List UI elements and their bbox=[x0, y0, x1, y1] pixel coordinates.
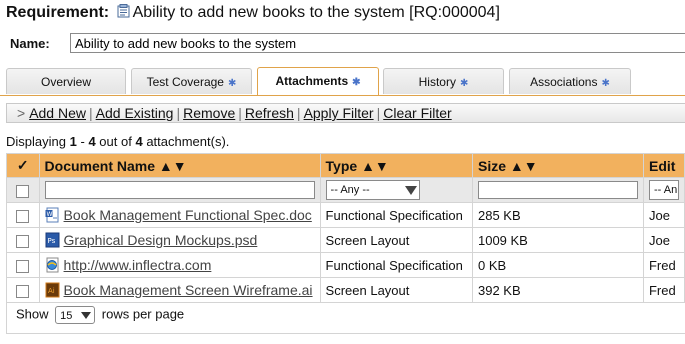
document-name-filter-input[interactable] bbox=[44, 181, 315, 199]
tab-test-coverage[interactable]: Test Coverage ✱ bbox=[131, 68, 252, 94]
editor-cell: Joe bbox=[642, 202, 685, 228]
size-cell: 285 KB bbox=[471, 202, 644, 228]
document-link[interactable]: http://www.inflectra.com bbox=[64, 257, 212, 273]
attachments-toolbar: > Add New | Add Existing | Remove | Refresh | App… bbox=[6, 103, 685, 123]
modified-star-icon: ✱ bbox=[601, 78, 610, 89]
table-row: Ai Book Management Screen Wireframe.ai Sc… bbox=[6, 277, 685, 303]
editor-filter-select[interactable]: -- An bbox=[648, 180, 679, 200]
tab-label: Overview bbox=[40, 75, 91, 89]
editor-cell: Fred bbox=[642, 277, 685, 303]
size-header[interactable]: Size ▲▼ bbox=[471, 153, 644, 178]
type-cell: Functional Specification bbox=[319, 202, 473, 228]
type-cell: Functional Specification bbox=[319, 252, 473, 278]
tab-underline bbox=[0, 95, 685, 96]
select-all-checkbox[interactable] bbox=[16, 184, 30, 198]
name-field[interactable] bbox=[70, 33, 685, 53]
tab-overview[interactable]: Overview bbox=[6, 68, 126, 94]
result-summary: Displaying 1 - 4 out of 4 attachment(s). bbox=[6, 134, 230, 149]
tab-label: Associations bbox=[530, 75, 598, 89]
table-footer-divider bbox=[6, 333, 685, 334]
tab-bar: Overview Test Coverage ✱ Attachments ✱ His… bbox=[0, 67, 685, 95]
tab-label: History bbox=[418, 75, 456, 89]
requirement-label: Requirement: bbox=[6, 4, 110, 21]
attachments-table: ✓ Document Name ▲▼ Type ▲▼ Size ▲▼ Edit … bbox=[6, 153, 685, 303]
table-row: http://www.inflectra.com Functional Spec… bbox=[6, 252, 685, 278]
svg-text:Ps: Ps bbox=[47, 237, 55, 245]
toolbar-separator: | bbox=[89, 105, 93, 121]
add-new-link[interactable]: Add New bbox=[29, 105, 86, 121]
refresh-link[interactable]: Refresh bbox=[245, 105, 294, 121]
row-checkbox[interactable] bbox=[16, 284, 30, 298]
document-name-header[interactable]: Document Name ▲▼ bbox=[38, 153, 321, 178]
tab-history[interactable]: History ✱ bbox=[383, 68, 504, 94]
illustrator-file-icon: Ai bbox=[45, 282, 60, 298]
page-size-select[interactable]: 15 bbox=[55, 306, 96, 324]
requirement-title: Ability to add new books to the system [… bbox=[132, 4, 500, 21]
type-header[interactable]: Type ▲▼ bbox=[319, 153, 473, 178]
row-checkbox[interactable] bbox=[16, 259, 30, 273]
document-link[interactable]: Book Management Screen Wireframe.ai bbox=[64, 282, 313, 298]
tab-label: Attachments bbox=[275, 74, 349, 88]
remove-link[interactable]: Remove bbox=[183, 105, 235, 121]
row-checkbox[interactable] bbox=[16, 234, 30, 248]
requirement-icon bbox=[117, 4, 130, 18]
web-link-icon bbox=[46, 257, 59, 273]
type-cell: Screen Layout bbox=[319, 227, 473, 253]
pagination-control: Show 15 rows per page bbox=[16, 306, 184, 324]
rows-per-page-label: rows per page bbox=[101, 306, 185, 322]
toolbar-separator: | bbox=[296, 105, 301, 121]
dropdown-arrow-icon bbox=[81, 312, 92, 319]
word-doc-icon: W bbox=[45, 207, 59, 223]
toolbar-separator: | bbox=[176, 105, 181, 121]
type-filter-select[interactable]: -- Any -- bbox=[325, 180, 420, 200]
modified-star-icon: ✱ bbox=[227, 78, 237, 89]
tab-associations[interactable]: Associations ✱ bbox=[509, 68, 631, 94]
table-row: W Book Management Functional Spec.doc Fun… bbox=[6, 202, 685, 228]
svg-text:Ai: Ai bbox=[48, 287, 55, 295]
size-cell: 392 KB bbox=[471, 277, 644, 303]
row-checkbox[interactable] bbox=[16, 209, 30, 223]
select-all-header[interactable]: ✓ bbox=[6, 153, 40, 178]
photoshop-file-icon: Ps bbox=[45, 232, 60, 248]
filter-row: -- Any -- -- An bbox=[6, 177, 685, 203]
add-existing-link[interactable]: Add Existing bbox=[96, 105, 174, 121]
clear-filter-link[interactable]: Clear Filter bbox=[383, 105, 451, 121]
document-link[interactable]: Book Management Functional Spec.doc bbox=[64, 207, 312, 223]
svg-text:W: W bbox=[46, 211, 52, 218]
modified-star-icon: ✱ bbox=[352, 77, 361, 88]
document-link[interactable]: Graphical Design Mockups.psd bbox=[64, 232, 258, 248]
table-header-row: ✓ Document Name ▲▼ Type ▲▼ Size ▲▼ Edit bbox=[6, 153, 685, 178]
dropdown-arrow-icon bbox=[404, 186, 417, 195]
size-cell: 0 KB bbox=[471, 252, 644, 278]
page-title: Requirement: Ability to add new books to… bbox=[6, 4, 500, 22]
editor-cell: Joe bbox=[642, 227, 685, 253]
tab-attachments[interactable]: Attachments ✱ bbox=[257, 67, 379, 95]
toolbar-separator: | bbox=[376, 105, 381, 121]
table-row: Ps Graphical Design Mockups.psd Screen La… bbox=[6, 227, 685, 253]
name-label: Name: bbox=[10, 36, 50, 51]
apply-filter-link[interactable]: Apply Filter bbox=[304, 105, 374, 121]
toolbar-separator: | bbox=[238, 105, 242, 121]
size-filter-input[interactable] bbox=[477, 181, 638, 199]
size-cell: 1009 KB bbox=[471, 227, 644, 253]
editor-cell: Fred bbox=[642, 252, 685, 278]
show-label: Show bbox=[16, 306, 49, 322]
type-cell: Screen Layout bbox=[319, 277, 473, 303]
editor-header[interactable]: Edit bbox=[642, 153, 685, 178]
toolbar-arrow-icon: > bbox=[17, 105, 26, 121]
modified-star-icon: ✱ bbox=[459, 78, 469, 89]
tab-label: Test Coverage bbox=[146, 75, 224, 89]
